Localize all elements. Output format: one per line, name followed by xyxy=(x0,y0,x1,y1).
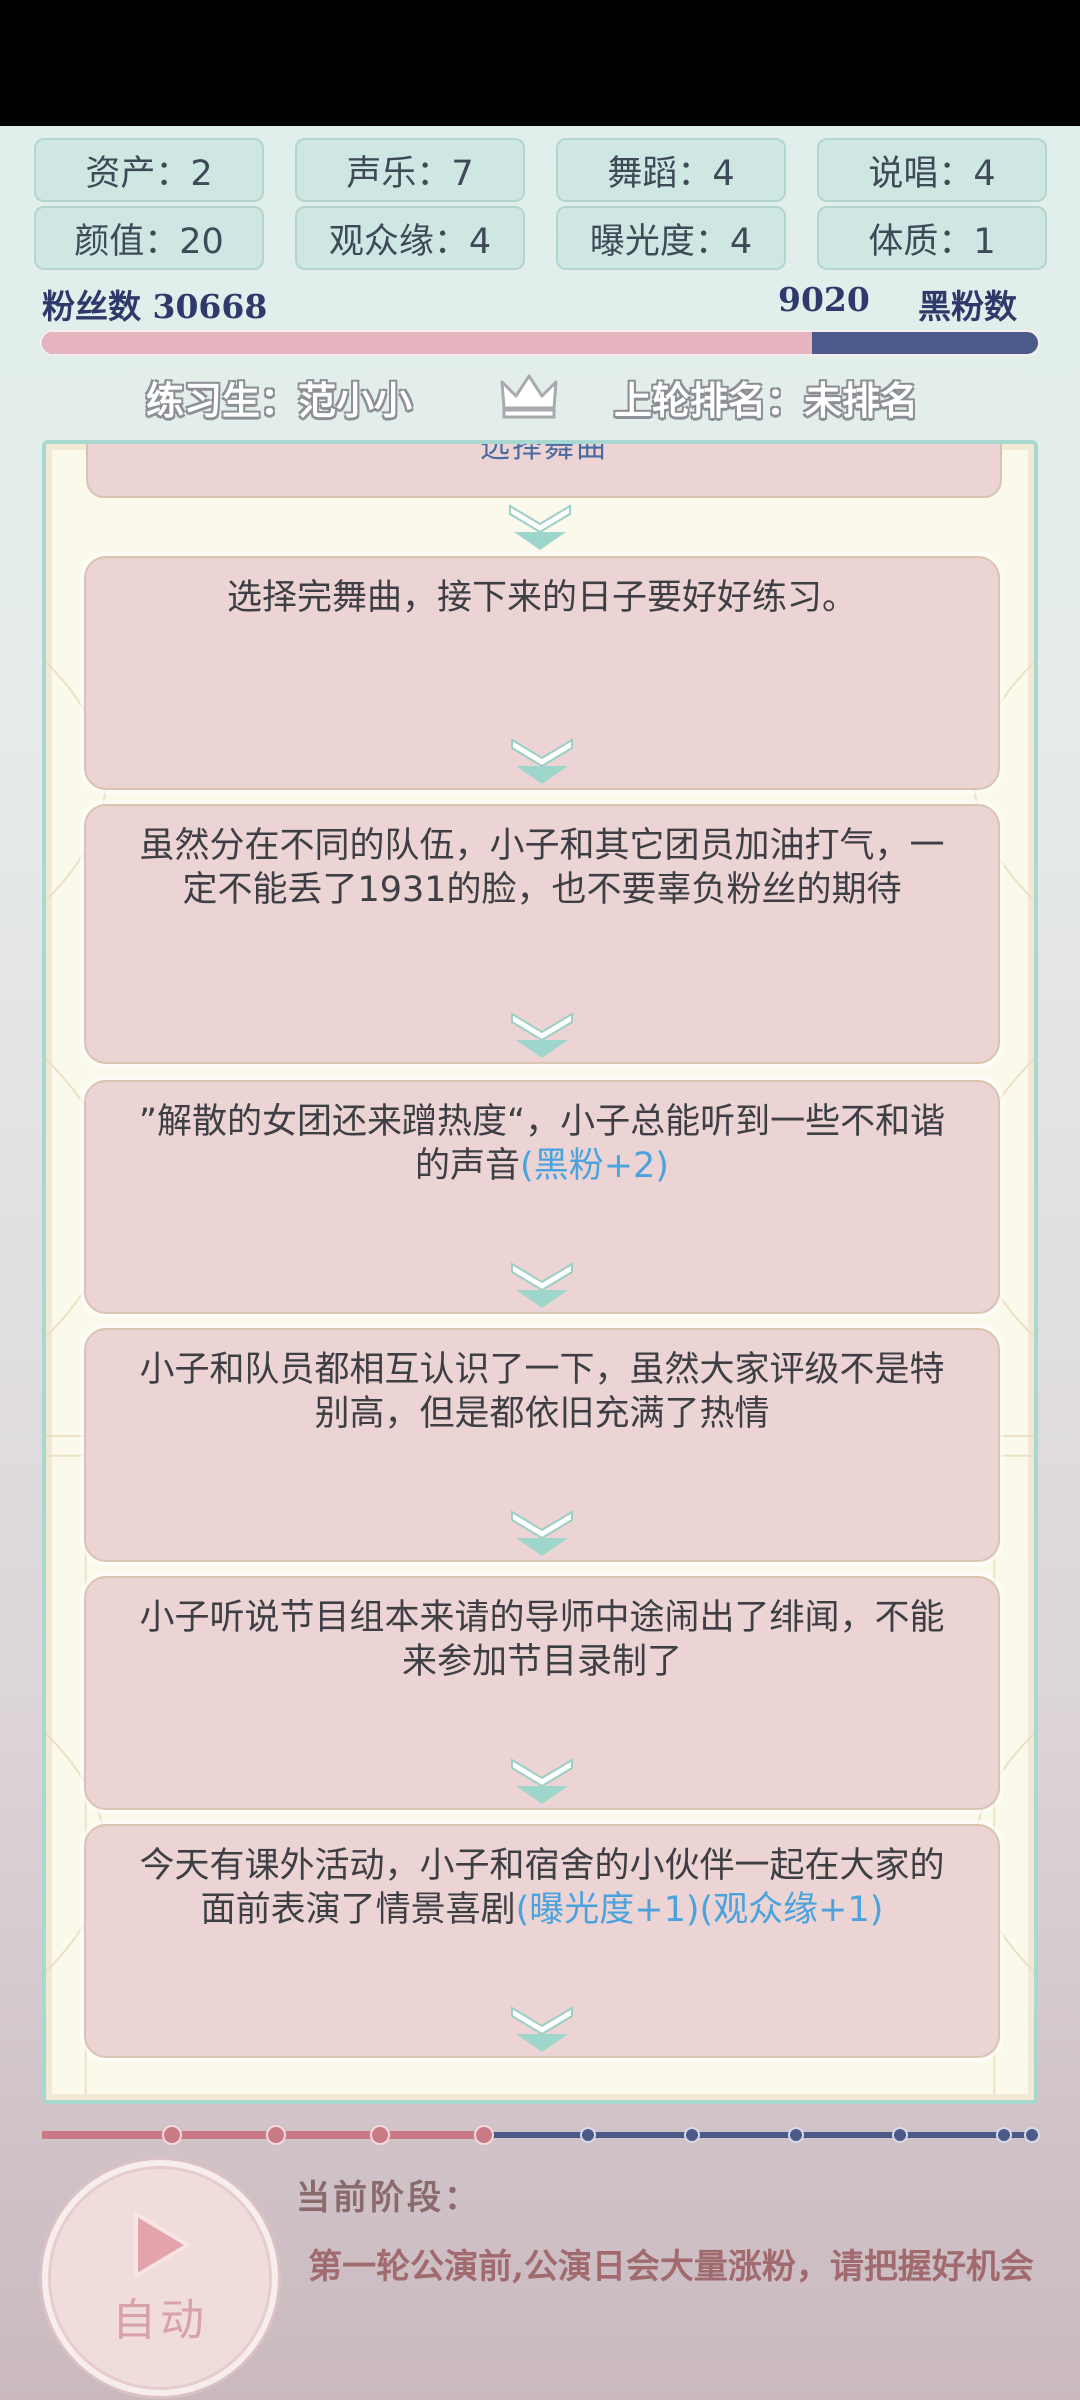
fan-count: 粉丝数 30668 xyxy=(42,287,268,326)
story-card[interactable]: 今天有课外活动，小子和宿舍的小伙伴一起在大家的面前表演了情景喜剧(曝光度+1)(… xyxy=(84,1824,1000,2058)
progress-dot xyxy=(474,2125,494,2145)
progress-dot xyxy=(266,2125,286,2145)
story-card-text: 小子和队员都相互认识了一下，虽然大家评级不是特别高，但是都依旧充满了热情 xyxy=(139,1350,945,1434)
top-card-title: 选择舞曲 xyxy=(480,440,608,465)
stat-dance: 舞蹈：4 xyxy=(556,138,786,202)
progress-dot xyxy=(892,2127,908,2143)
chevron-down-icon xyxy=(511,1262,573,1308)
story-card[interactable]: 选择完舞曲，接下来的日子要好好练习。 xyxy=(84,556,1000,790)
last-rank: 上轮排名：未排名 xyxy=(614,379,919,423)
stat-exposure: 曝光度：4 xyxy=(556,206,786,270)
story-card-text: 选择完舞曲，接下来的日子要好好练习。 xyxy=(226,578,857,618)
status-bar xyxy=(0,0,1080,126)
stage-label: 当前阶段： xyxy=(296,2178,481,2218)
progress-dot xyxy=(162,2125,182,2145)
story-card-text: 今天有课外活动，小子和宿舍的小伙伴一起在大家的面前表演了情景喜剧(曝光度+1)(… xyxy=(139,1846,945,1930)
story-card-text: 小子听说节目组本来请的导师中途闹出了绯闻，不能来参加节目录制了 xyxy=(139,1598,945,1682)
story-panel[interactable]: 选择舞曲 选择完舞曲，接下来的日子要好好练习。 虽然分在不同的队伍，小子和其它团… xyxy=(42,440,1038,2104)
fan-ratio-fill xyxy=(42,332,812,354)
play-icon xyxy=(134,2212,190,2278)
fan-ratio-bar xyxy=(40,330,1040,356)
progress-dot xyxy=(788,2127,804,2143)
stat-looks: 颜值：20 xyxy=(34,206,264,270)
stat-rap: 说唱：4 xyxy=(817,138,1047,202)
chevron-down-icon xyxy=(511,1510,573,1556)
anti-fan-count: 9020 xyxy=(778,280,870,319)
top-card: 选择舞曲 xyxy=(86,440,1002,498)
chevron-down-icon xyxy=(509,504,571,550)
auto-button[interactable]: 自动 xyxy=(42,2160,278,2396)
story-card-text: 虽然分在不同的队伍，小子和其它团员加油打气，一定不能丢了1931的脸，也不要辜负… xyxy=(139,826,945,910)
stat-vocal: 声乐：7 xyxy=(295,138,525,202)
progress-dot xyxy=(1024,2127,1040,2143)
anti-fan-label: 黑粉数 xyxy=(918,287,1017,326)
progress-dot xyxy=(370,2125,390,2145)
progress-dot xyxy=(684,2127,700,2143)
chevron-down-icon xyxy=(511,1758,573,1804)
stat-popularity: 观众缘：4 xyxy=(295,206,525,270)
trainee-name: 练习生：范小小 xyxy=(146,379,413,423)
chevron-down-icon xyxy=(511,2006,573,2052)
story-card[interactable]: 虽然分在不同的队伍，小子和其它团员加油打气，一定不能丢了1931的脸，也不要辜负… xyxy=(84,804,1000,1064)
stage-progress xyxy=(42,2125,1040,2145)
stat-assets: 资产：2 xyxy=(34,138,264,202)
story-card[interactable]: 小子听说节目组本来请的导师中途闹出了绯闻，不能来参加节目录制了 xyxy=(84,1576,1000,1810)
chevron-down-icon xyxy=(511,738,573,784)
story-card[interactable]: ”解散的女团还来蹭热度“，小子总能听到一些不和谐的声音(黑粉+2) xyxy=(84,1080,1000,1314)
stage-description: 第一轮公演前,公演日会大量涨粉，请把握好机会 xyxy=(308,2247,1034,2287)
auto-button-label: 自动 xyxy=(112,2295,208,2346)
story-card[interactable]: 小子和队员都相互认识了一下，虽然大家评级不是特别高，但是都依旧充满了热情 xyxy=(84,1328,1000,1562)
fan-row: 粉丝数 30668 9020 黑粉数 xyxy=(40,280,1040,330)
progress-dot xyxy=(580,2127,596,2143)
stat-stamina: 体质：1 xyxy=(817,206,1047,270)
chevron-down-icon xyxy=(511,1012,573,1058)
crown-icon xyxy=(500,374,558,419)
progress-dot xyxy=(996,2127,1012,2143)
story-card-text: ”解散的女团还来蹭热度“，小子总能听到一些不和谐的声音(黑粉+2) xyxy=(138,1102,946,1186)
